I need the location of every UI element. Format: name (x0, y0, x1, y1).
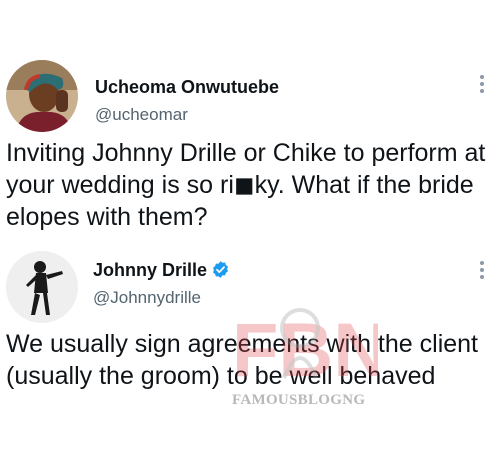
author-handle[interactable]: @Johnnydrille (93, 288, 201, 308)
watermark-logo-icon: FBN (232, 308, 378, 388)
more-options-icon[interactable] (480, 72, 486, 96)
watermark-text: FAMOUSBLOGNG (232, 392, 366, 408)
tweet-ucheoma[interactable]: Ucheoma Onwutuebe @ucheomar Inviting Joh… (0, 0, 504, 245)
author-name[interactable]: Johnny Drille (93, 260, 230, 281)
avatar[interactable] (6, 251, 78, 323)
more-options-icon[interactable] (480, 258, 486, 282)
singer-silhouette-icon (6, 251, 78, 323)
avatar[interactable] (6, 60, 78, 132)
author-name-text: Johnny Drille (93, 260, 208, 280)
avatar-photo-icon (6, 60, 78, 132)
author-name[interactable]: Ucheoma Onwutuebe (95, 77, 279, 98)
watermark-logo-text: FBN (232, 308, 378, 388)
author-handle[interactable]: @ucheomar (95, 105, 188, 125)
tweet-text: Inviting Johnny Drille or Chike to perfo… (6, 139, 486, 231)
verified-badge-icon (213, 261, 228, 278)
